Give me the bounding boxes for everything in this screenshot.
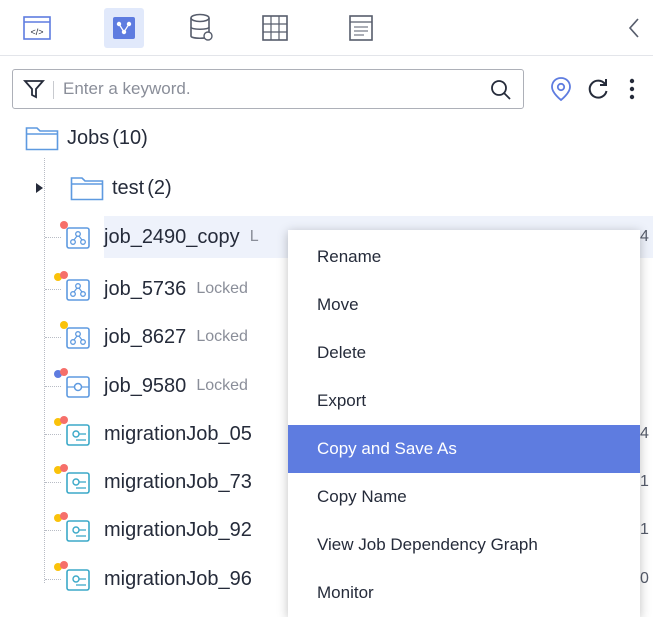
menu-item-copy-and-save-as[interactable]: Copy and Save As [288, 425, 640, 473]
job-flow-icon [60, 221, 92, 251]
locate-icon[interactable] [545, 72, 577, 106]
tree-job-item[interactable]: migrationJob_73 [54, 462, 252, 502]
filter-icon[interactable] [23, 78, 45, 105]
locked-tag: L [249, 228, 259, 245]
job-single-icon [54, 368, 92, 400]
tree-connector [45, 386, 61, 387]
menu-item-rename[interactable]: Rename [288, 233, 640, 281]
menu-item-view-dependency-graph[interactable]: View Job Dependency Graph [288, 521, 640, 569]
toolbar: </> [0, 0, 653, 56]
locked-tag: Locked [196, 280, 248, 297]
clipped-date-text: 4 [640, 228, 649, 245]
tree-folder-label: test [112, 176, 145, 199]
status-dot-red [60, 271, 68, 279]
more-options-icon[interactable] [622, 72, 642, 106]
job-name: migrationJob_92 [104, 518, 252, 541]
migration-icon [54, 416, 92, 448]
migration-icon [54, 512, 92, 544]
tree-job-item[interactable]: job_5736 Locked [54, 269, 248, 309]
tree-guide-line [44, 158, 46, 583]
tree-connector [45, 482, 61, 483]
job-name: job_5736 [104, 277, 187, 300]
menu-item-delete[interactable]: Delete [288, 329, 640, 377]
job-name: migrationJob_96 [104, 567, 252, 590]
code-icon[interactable]: </> [17, 8, 57, 48]
tree-job-item[interactable]: migrationJob_05 [54, 414, 252, 454]
status-dot-red [60, 512, 68, 520]
clipped-date-text: 1 [640, 473, 649, 490]
database-icon[interactable] [181, 8, 221, 48]
job-network-icon[interactable] [104, 8, 144, 48]
tree-root-count: (10) [112, 126, 148, 149]
tree-folder-count: (2) [147, 176, 172, 199]
caret-right-icon[interactable] [36, 183, 44, 193]
collapse-panel-icon[interactable] [621, 12, 647, 44]
tree-job-item[interactable]: job_9580 Locked [54, 366, 248, 406]
script-doc-icon[interactable] [341, 8, 381, 48]
status-dot-red [60, 464, 68, 472]
job-name: migrationJob_73 [104, 470, 252, 493]
job-flow-icon [54, 271, 92, 303]
status-dot-red [60, 368, 68, 376]
menu-item-move[interactable]: Move [288, 281, 640, 329]
tree-connector [45, 434, 61, 435]
locked-tag: Locked [196, 377, 248, 394]
tree-job-item[interactable]: job_8627 Locked [60, 317, 248, 357]
locked-tag: Locked [196, 328, 248, 345]
job-name: job_9580 [104, 374, 187, 397]
menu-item-copy-name[interactable]: Copy Name [288, 473, 640, 521]
tree-root-label: Jobs [67, 126, 110, 149]
tree-connector [45, 337, 61, 338]
tree-job-item[interactable]: migrationJob_96 [54, 559, 252, 599]
status-dot-red [60, 561, 68, 569]
clipped-date-text: 4 [640, 425, 649, 442]
migration-icon [54, 561, 92, 593]
job-name: job_8627 [104, 325, 187, 348]
migration-icon [54, 464, 92, 496]
job-name: job_2490_copy [104, 225, 240, 248]
tree-connector [45, 579, 61, 580]
refresh-icon[interactable] [582, 72, 614, 106]
search-separator [53, 81, 54, 99]
svg-text:</>: </> [30, 27, 43, 37]
status-dot-red [60, 221, 68, 229]
menu-item-export[interactable]: Export [288, 377, 640, 425]
tree-job-item[interactable]: job_2490_copy L [60, 217, 259, 257]
tree-connector [45, 530, 61, 531]
tree-connector [45, 289, 61, 290]
clipped-date-text: 1 [640, 521, 649, 538]
folder-icon [25, 125, 59, 151]
tree-root-jobs[interactable]: Jobs (10) [25, 118, 148, 158]
folder-icon [70, 175, 104, 201]
job-name: migrationJob_05 [104, 422, 252, 445]
context-menu: Rename Move Delete Export Copy and Save … [288, 230, 640, 617]
search-box[interactable]: Enter a keyword. [12, 69, 524, 109]
tree-job-item[interactable]: migrationJob_92 [54, 510, 252, 550]
status-dot-red [60, 416, 68, 424]
search-input[interactable]: Enter a keyword. [63, 79, 191, 99]
clipped-date-text: 0 [640, 570, 649, 587]
grid-table-icon[interactable] [255, 8, 295, 48]
job-flow-icon [60, 321, 92, 351]
tree-connector [45, 237, 61, 238]
status-dot-yellow [60, 321, 68, 329]
search-icon[interactable] [489, 78, 513, 107]
tree-folder-test[interactable]: test (2) [36, 168, 172, 208]
menu-item-monitor[interactable]: Monitor [288, 569, 640, 617]
